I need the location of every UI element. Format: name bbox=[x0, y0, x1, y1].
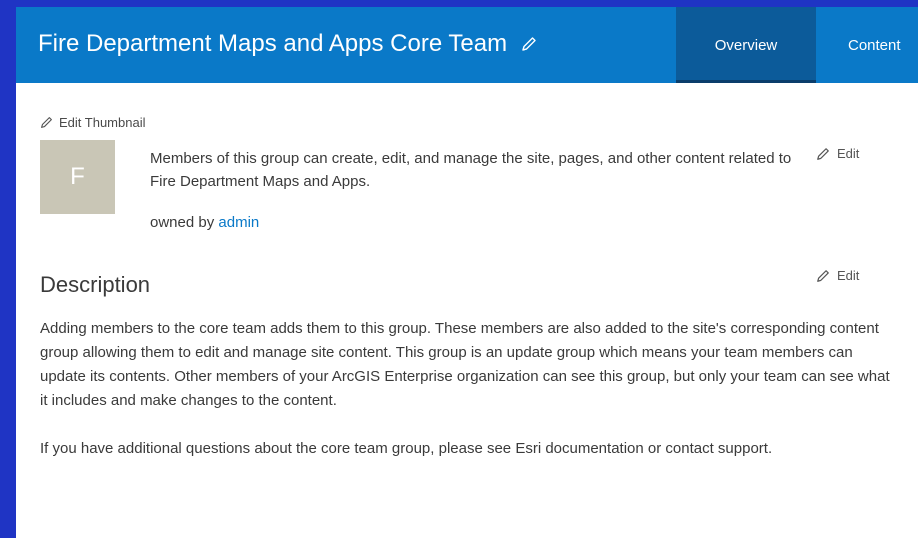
edit-summary-label: Edit bbox=[837, 146, 860, 161]
description-paragraph: Adding members to the core team adds the… bbox=[40, 320, 890, 409]
edit-description-link[interactable]: Edit bbox=[816, 268, 859, 283]
page-title: Fire Department Maps and Apps Core Team bbox=[38, 30, 537, 58]
description-body: Adding members to the core team adds the… bbox=[40, 317, 900, 485]
description-paragraph: If you have additional questions about t… bbox=[40, 440, 773, 457]
edit-summary-link[interactable]: Edit bbox=[816, 146, 859, 161]
owned-by-prefix: owned by bbox=[150, 214, 215, 231]
edit-thumbnail-label: Edit Thumbnail bbox=[59, 115, 146, 130]
page-title-text: Fire Department Maps and Apps Core Team bbox=[38, 30, 508, 57]
pencil-icon bbox=[817, 269, 829, 282]
group-thumbnail: F bbox=[40, 140, 115, 214]
edit-title-pencil-icon[interactable] bbox=[521, 36, 537, 52]
tab-content-label: Content bbox=[848, 36, 901, 54]
group-summary: Members of this group can create, edit, … bbox=[150, 150, 792, 190]
tab-overview[interactable]: Overview bbox=[676, 7, 816, 83]
pencil-icon bbox=[41, 117, 52, 128]
tab-overview-label: Overview bbox=[714, 36, 778, 54]
thumbnail-letter: F bbox=[70, 163, 85, 190]
group-page: Fire Department Maps and Apps Core Team … bbox=[16, 7, 918, 538]
owned-by: owned by admin bbox=[150, 214, 259, 231]
edit-thumbnail-link[interactable]: Edit Thumbnail bbox=[40, 115, 145, 130]
tab-content[interactable]: Content bbox=[832, 7, 901, 83]
edit-description-label: Edit bbox=[837, 268, 860, 283]
pencil-icon bbox=[817, 147, 829, 160]
group-header: Fire Department Maps and Apps Core Team … bbox=[16, 7, 918, 83]
owner-link[interactable]: admin bbox=[218, 214, 259, 231]
description-heading: Description bbox=[40, 272, 151, 297]
